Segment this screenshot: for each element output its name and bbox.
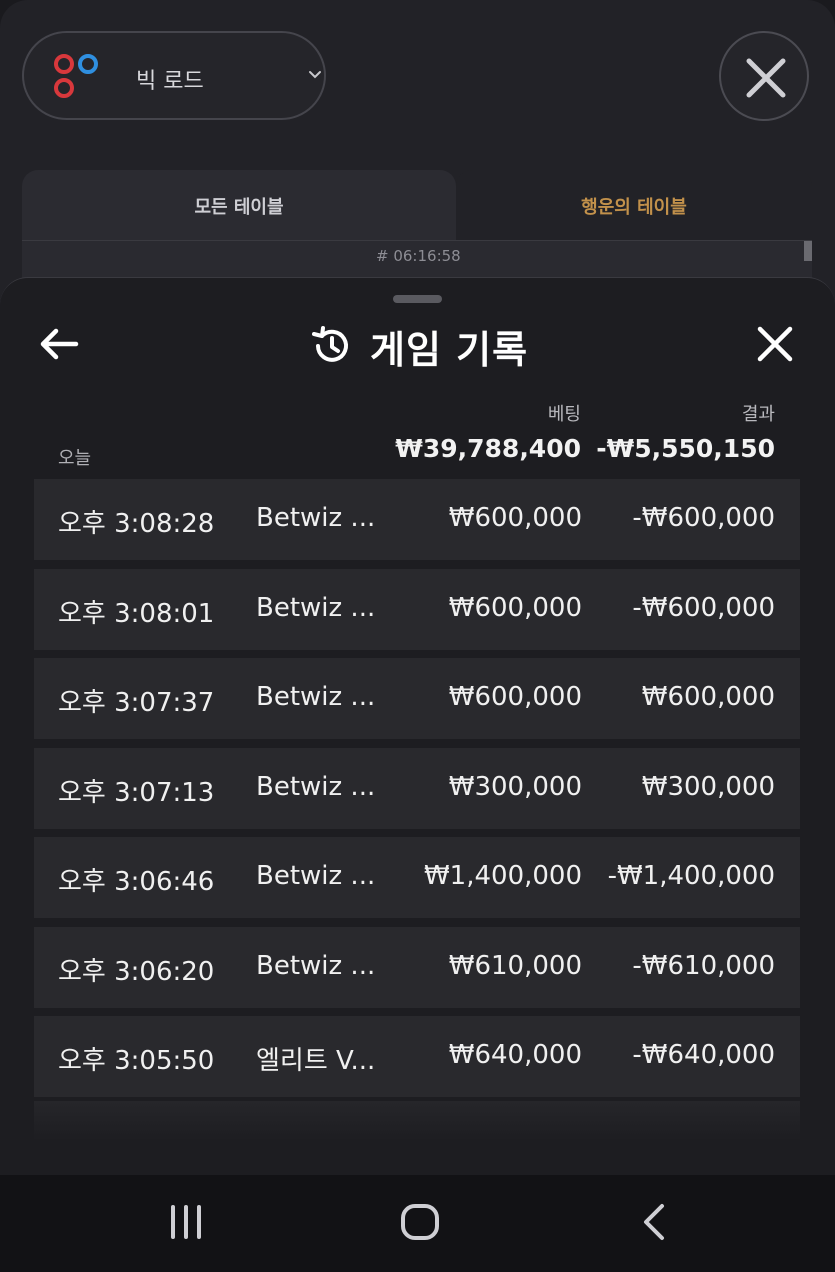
row-game: Betwiz ... — [256, 861, 376, 891]
recent-apps-icon[interactable] — [168, 1205, 204, 1239]
table-card-id: # 06:16:58 — [376, 247, 461, 265]
row-game: Betwiz ... — [256, 771, 376, 802]
row-time: 오후 3:06:46 — [58, 867, 215, 897]
list-fade — [34, 1101, 800, 1141]
row-time: 오후 3:07:13 — [58, 777, 215, 808]
tab-all-tables[interactable]: 모든 테이블 — [22, 170, 456, 242]
row-result: -₩1,400,000 — [607, 861, 775, 891]
row-time: 오후 3:06:20 — [58, 956, 215, 987]
row-game: Betwiz ... — [256, 682, 376, 712]
history-row[interactable]: 오후 3:06:46 Betwiz ... ₩1,400,000 -₩1,400… — [34, 837, 800, 918]
column-header-bet: 베팅 — [547, 404, 581, 425]
row-game: Betwiz ... — [256, 950, 376, 981]
background-close-button[interactable] — [719, 31, 809, 121]
row-result: -₩600,000 — [632, 503, 775, 533]
road-type-select[interactable]: 빅 로드 — [22, 31, 326, 120]
game-history-sheet: 게임 기록 베팅 결과 오늘 ₩39,788,400 -₩5,550,150 오… — [0, 277, 835, 1177]
home-icon[interactable] — [400, 1203, 440, 1241]
total-result-amount: -₩5,550,150 — [596, 434, 775, 463]
row-bet: ₩1,400,000 — [423, 861, 582, 891]
back-button[interactable] — [38, 325, 80, 363]
sheet-header: 게임 기록 — [310, 318, 528, 374]
history-row[interactable]: 오후 3:08:01 Betwiz ... ₩600,000 -₩600,000 — [34, 568, 800, 650]
row-result: -₩640,000 — [632, 1040, 775, 1070]
chevron-down-icon — [309, 71, 321, 79]
scrollbar[interactable] — [804, 241, 812, 261]
tab-lucky-tables[interactable]: 행운의 테이블 — [456, 170, 812, 242]
history-row[interactable]: 오후 3:07:13 Betwiz ... ₩300,000 ₩300,000 — [34, 747, 800, 829]
close-icon — [746, 58, 786, 98]
history-row[interactable]: 오후 3:06:20 Betwiz ... ₩610,000 -₩610,000 — [34, 926, 800, 1008]
row-bet: ₩640,000 — [448, 1040, 582, 1070]
history-list: 오후 3:08:28 Betwiz ... ₩600,000 -₩600,000… — [34, 479, 800, 1106]
row-bet: ₩300,000 — [448, 771, 582, 802]
history-row[interactable]: 오후 3:05:50 엘리트 V... ₩640,000 -₩640,000 — [34, 1016, 800, 1097]
nav-back-icon[interactable] — [640, 1203, 668, 1241]
row-bet: ₩610,000 — [448, 950, 582, 981]
row-game: Betwiz ... — [256, 503, 376, 533]
system-nav-bar — [0, 1175, 835, 1272]
date-group-label: 오늘 — [58, 448, 92, 469]
table-tabs: 모든 테이블 행운의 테이블 — [22, 170, 812, 242]
drag-handle[interactable] — [393, 295, 442, 303]
row-time: 오후 3:08:01 — [58, 598, 215, 629]
row-result: ₩600,000 — [641, 682, 775, 712]
big-road-logo-icon — [54, 54, 98, 98]
row-time: 오후 3:08:28 — [58, 509, 215, 539]
close-icon — [757, 326, 793, 362]
history-icon — [312, 326, 348, 362]
row-bet: ₩600,000 — [448, 592, 582, 623]
row-bet: ₩600,000 — [448, 503, 582, 533]
row-bet: ₩600,000 — [448, 682, 582, 712]
row-result: ₩300,000 — [641, 771, 775, 802]
column-header-result: 결과 — [741, 404, 775, 425]
road-select-label: 빅 로드 — [136, 69, 204, 94]
history-row[interactable]: 오후 3:07:37 Betwiz ... ₩600,000 ₩600,000 — [34, 658, 800, 739]
arrow-left-icon — [40, 328, 79, 360]
history-row[interactable]: 오후 3:08:28 Betwiz ... ₩600,000 -₩600,000 — [34, 479, 800, 560]
sheet-close-button[interactable] — [756, 325, 794, 363]
row-result: -₩610,000 — [632, 950, 775, 981]
row-game: 엘리트 V... — [256, 1046, 376, 1076]
row-result: -₩600,000 — [632, 592, 775, 623]
row-time: 오후 3:07:37 — [58, 688, 215, 718]
screen: 빅 로드 모든 테이블 행운의 테이블 # 06:16:58 게임 기록 베팅 … — [0, 0, 835, 1272]
total-bet-amount: ₩39,788,400 — [395, 434, 581, 463]
row-time: 오후 3:05:50 — [58, 1046, 215, 1076]
row-game: Betwiz ... — [256, 592, 376, 623]
sheet-title: 게임 기록 — [370, 327, 529, 372]
